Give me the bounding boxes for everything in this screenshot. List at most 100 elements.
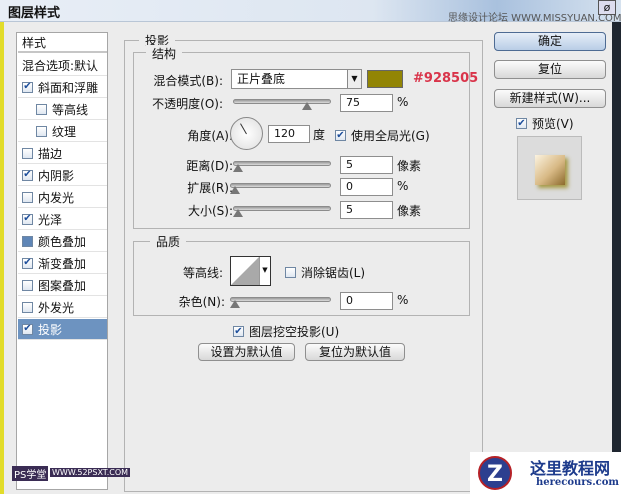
- style-item-label: 投影: [38, 322, 63, 337]
- style-item-label: 内阴影: [38, 168, 75, 183]
- style-item-label: 外发光: [38, 300, 75, 315]
- global-light-label: 使用全局光(G): [351, 129, 430, 143]
- style-item-label: 斜面和浮雕: [38, 80, 99, 95]
- noise-slider[interactable]: [230, 297, 331, 308]
- style-item[interactable]: ✔ 光泽: [18, 209, 107, 230]
- checkbox-icon[interactable]: [22, 147, 33, 159]
- watermark-ps: PS学堂: [12, 466, 49, 481]
- slider-thumb[interactable]: [233, 164, 243, 172]
- checkbox-icon: ✔: [516, 117, 527, 129]
- watermark-missyuan: 思缘设计论坛 WWW.MISSYUAN.COM: [448, 13, 621, 24]
- blend-mode-label: 混合模式(B):: [153, 74, 223, 88]
- checkbox-icon[interactable]: ✔: [22, 169, 33, 181]
- opacity-input[interactable]: 75: [340, 94, 393, 112]
- opacity-slider[interactable]: [233, 99, 331, 110]
- spread-unit: %: [397, 179, 409, 193]
- opacity-unit: %: [397, 95, 409, 109]
- style-list: 样式 混合选项:默认 ✔ 斜面和浮雕等高线纹理描边 ✔ 内阴影内发光 ✔ 光泽颜色叠加 ✔ 渐…: [16, 32, 108, 490]
- structure-title: 结构: [146, 45, 183, 62]
- angle-dial[interactable]: [230, 117, 263, 150]
- style-item[interactable]: ✔ 渐变叠加: [18, 253, 107, 274]
- knockout-checkbox[interactable]: ✔ 图层挖空投影(U): [233, 323, 339, 340]
- checkbox-icon: [285, 267, 296, 278]
- angle-unit: 度: [313, 128, 326, 142]
- slider-thumb[interactable]: [302, 102, 312, 110]
- style-item-label: 颜色叠加: [38, 234, 87, 249]
- color-hex-annotation: #928505: [413, 71, 479, 86]
- checkbox-icon[interactable]: ✔: [22, 81, 33, 93]
- background-edge: [0, 22, 4, 494]
- knockout-label: 图层挖空投影(U): [249, 325, 340, 339]
- style-item-label: 纹理: [52, 124, 77, 139]
- antialias-checkbox[interactable]: 消除锯齿(L): [285, 264, 365, 281]
- checkbox-icon[interactable]: ✔: [22, 323, 33, 335]
- contour-picker[interactable]: ▼: [230, 256, 271, 286]
- watermark-ps-url: WWW.52PSXT.COM: [50, 468, 131, 477]
- style-item-label: 描边: [38, 146, 63, 161]
- style-item-label: 等高线: [52, 102, 89, 117]
- checkbox-icon[interactable]: [22, 279, 33, 291]
- checkbox-icon[interactable]: [22, 301, 33, 313]
- shadow-color-swatch[interactable]: [367, 70, 403, 88]
- preview-checkbox[interactable]: ✔ 预览(V): [516, 115, 574, 132]
- blend-options-item[interactable]: 混合选项:默认: [18, 55, 107, 76]
- window-title: 图层样式: [8, 6, 61, 21]
- distance-slider[interactable]: [233, 161, 331, 172]
- size-slider[interactable]: [233, 206, 331, 217]
- style-item[interactable]: ✔ 斜面和浮雕: [18, 77, 107, 98]
- spread-input[interactable]: 0: [340, 178, 393, 196]
- slider-thumb[interactable]: [233, 209, 243, 217]
- reset-default-button[interactable]: 复位为默认值: [305, 343, 405, 361]
- watermark-logo: Z 这里教程网 herecours.com: [470, 452, 621, 494]
- distance-unit: 像素: [397, 159, 422, 173]
- checkbox-icon[interactable]: ✔: [22, 257, 33, 269]
- reset-button[interactable]: 复位: [494, 60, 606, 79]
- noise-unit: %: [397, 293, 409, 307]
- global-light-checkbox[interactable]: ✔ 使用全局光(G): [335, 127, 430, 144]
- style-item-label: 图案叠加: [38, 278, 87, 293]
- style-item[interactable]: 纹理: [18, 121, 107, 142]
- close-button[interactable]: ø: [598, 0, 616, 15]
- style-item[interactable]: 颜色叠加: [18, 231, 107, 252]
- logo-z-icon: Z: [478, 456, 512, 490]
- checkbox-icon[interactable]: [36, 125, 47, 137]
- distance-input[interactable]: 5: [340, 156, 393, 174]
- angle-needle: [240, 123, 247, 135]
- style-item-label: 内发光: [38, 190, 75, 205]
- style-item[interactable]: 等高线: [18, 99, 107, 120]
- ok-button[interactable]: 确定: [494, 32, 606, 51]
- style-item-label: 光泽: [38, 212, 63, 227]
- noise-input[interactable]: 0: [340, 292, 393, 310]
- noise-label: 杂色(N):: [178, 295, 225, 309]
- opacity-label: 不透明度(O):: [152, 97, 223, 111]
- checkbox-icon[interactable]: [36, 103, 47, 115]
- make-default-button[interactable]: 设置为默认值: [198, 343, 295, 361]
- style-item-label: 渐变叠加: [38, 256, 87, 271]
- watermark-site: 这里教程网: [530, 459, 611, 478]
- checkbox-icon: ✔: [233, 325, 244, 337]
- style-item[interactable]: 内发光: [18, 187, 107, 208]
- style-item[interactable]: 外发光: [18, 297, 107, 318]
- size-unit: 像素: [397, 204, 422, 218]
- checkbox-icon[interactable]: ✔: [22, 213, 33, 225]
- angle-label: 角度(A):: [187, 129, 233, 143]
- slider-thumb[interactable]: [230, 300, 240, 308]
- checkbox-icon[interactable]: [22, 191, 33, 203]
- checkbox-icon[interactable]: [22, 235, 33, 247]
- styles-header[interactable]: 样式: [18, 33, 107, 53]
- watermark-site-url: herecours.com: [536, 477, 620, 488]
- blend-mode-select[interactable]: 正片叠底 ▼: [231, 69, 362, 89]
- antialias-label: 消除锯齿(L): [301, 266, 366, 280]
- spread-slider[interactable]: [230, 183, 331, 194]
- style-item[interactable]: 描边: [18, 143, 107, 164]
- style-item[interactable]: ✔ 投影: [18, 319, 107, 340]
- style-item[interactable]: 图案叠加: [18, 275, 107, 296]
- slider-thumb[interactable]: [230, 186, 240, 194]
- angle-input[interactable]: 120: [268, 125, 310, 143]
- new-style-button[interactable]: 新建样式(W)...: [494, 89, 606, 108]
- chevron-down-icon: ▼: [259, 257, 270, 285]
- contour-curve-icon: [231, 257, 259, 285]
- style-item[interactable]: ✔ 内阴影: [18, 165, 107, 186]
- spread-label: 扩展(R):: [187, 181, 233, 195]
- size-input[interactable]: 5: [340, 201, 393, 219]
